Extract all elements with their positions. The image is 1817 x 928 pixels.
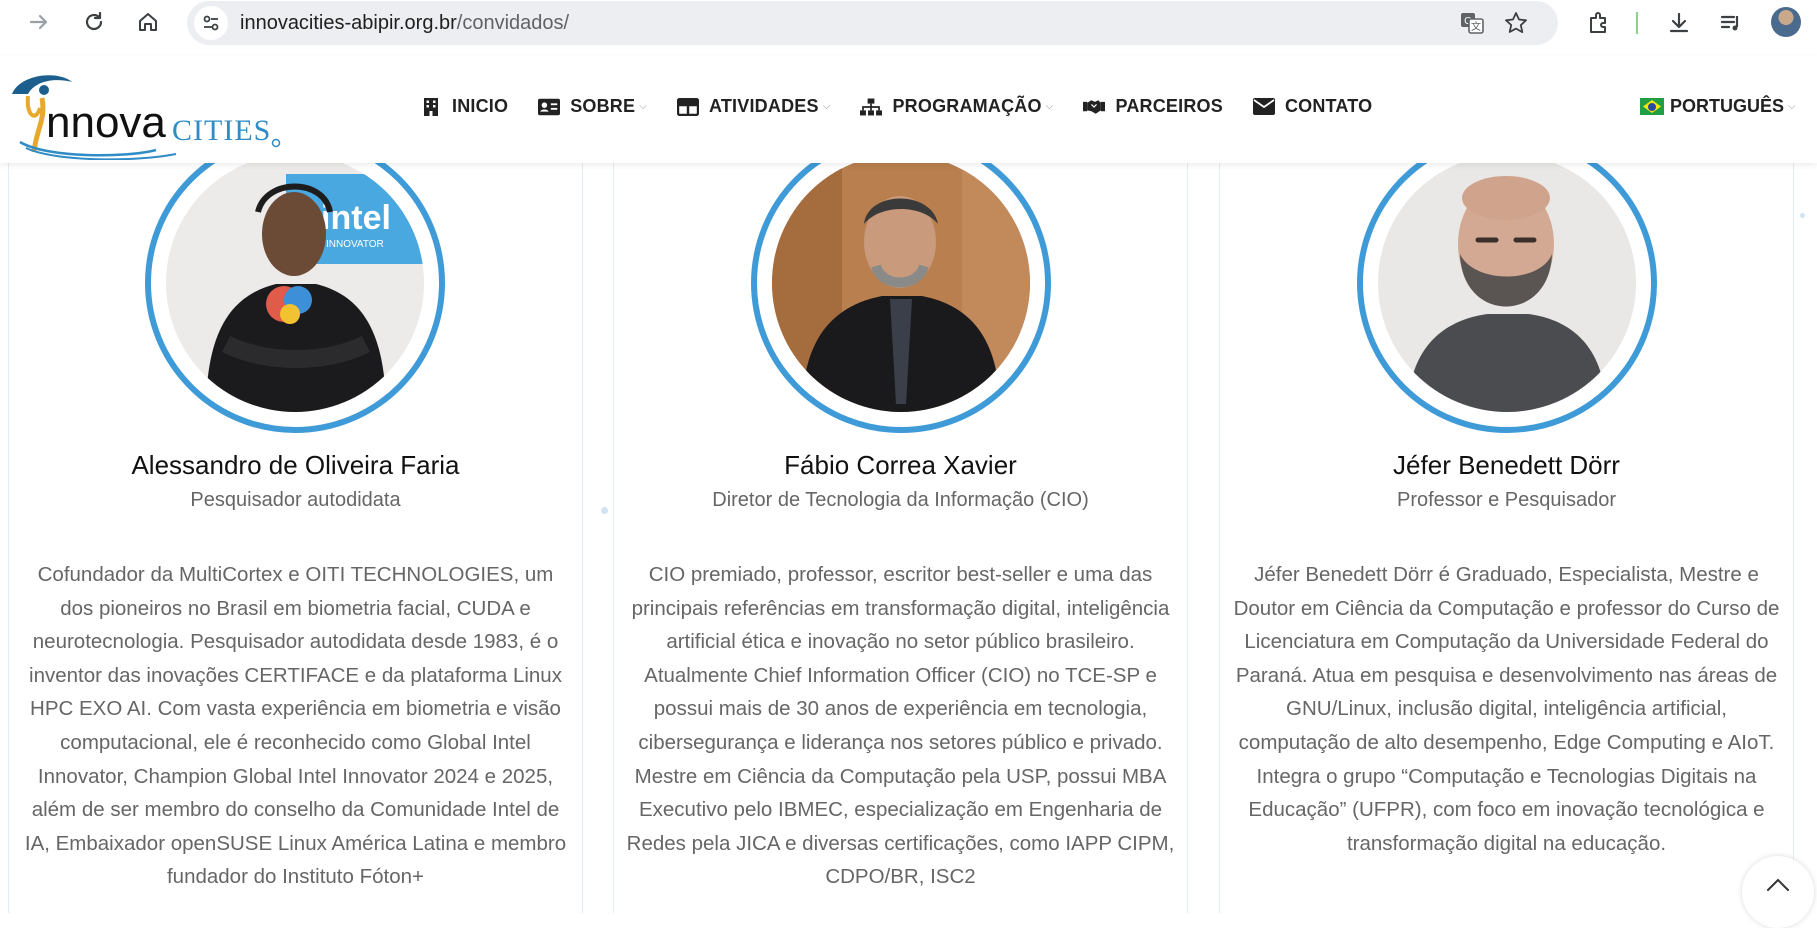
nav-item-programacao[interactable]: PROGRAMAÇÃO ⌵: [860, 96, 1053, 117]
svg-text:CITIES: CITIES: [172, 114, 271, 147]
url-host: innovacities-abipir.org.br: [240, 11, 457, 34]
guest-photo-frame: intel INNOVATOR: [145, 133, 445, 433]
guest-photo-frame: [751, 133, 1051, 433]
main-nav: INICIO SOBRE ⌵ ATIVIDADES ⌵ PROGRAMAÇÃO ⌵ P…: [420, 96, 1402, 117]
bookmark-star-icon[interactable]: [1503, 10, 1529, 41]
guests-section: intel INNOVATOR Alessandro de Oliveira F…: [0, 133, 1817, 928]
chevron-up-icon: [1767, 878, 1789, 891]
guest-photo: [1378, 154, 1636, 412]
translate-icon[interactable]: G文: [1459, 10, 1485, 41]
envelope-icon: [1252, 97, 1275, 117]
decorative-dot: [601, 507, 608, 514]
guest-card: Jéfer Benedett Dörr Professor e Pesquisa…: [1219, 133, 1794, 913]
extensions-icon[interactable]: [1587, 11, 1611, 35]
nav-label: INICIO: [452, 96, 509, 116]
handshake-icon: [1083, 97, 1106, 117]
guest-bio: Jéfer Benedett Dörr é Graduado, Especial…: [1233, 563, 1780, 855]
guest-name: Alessandro de Oliveira Faria: [131, 450, 460, 480]
chevron-down-icon: ⌵: [1788, 101, 1796, 112]
guest-name: Fábio Correa Xavier: [784, 450, 1017, 480]
decorative-dot: [1800, 213, 1805, 218]
guest-photo-frame: [1357, 133, 1657, 433]
sitemap-icon: [860, 97, 883, 117]
nav-item-inicio[interactable]: INICIO: [420, 96, 508, 117]
svg-text:INNOVATOR: INNOVATOR: [326, 239, 384, 250]
profile-avatar[interactable]: [1771, 7, 1801, 37]
scroll-to-top-button[interactable]: [1742, 856, 1814, 928]
browser-toolbar: innovacities-abipir.org.br/convidados/ G…: [0, 0, 1817, 46]
guest-photo: [772, 154, 1030, 412]
guest-role: Pesquisador autodidata: [190, 489, 401, 511]
guest-name: Jéfer Benedett Dörr: [1393, 450, 1620, 480]
nav-label: SOBRE: [570, 96, 636, 116]
chevron-down-icon: ⌵: [639, 101, 647, 112]
guest-bio: CIO premiado, professor, escritor best-s…: [626, 563, 1175, 889]
site-header: nnova CITIES INICIO SOBRE ⌵ ATIVIDADES ⌵ P…: [0, 56, 1817, 163]
nav-label: PARCEIROS: [1115, 96, 1223, 116]
nav-item-sobre[interactable]: SOBRE ⌵: [538, 96, 647, 117]
intel-logo-text: intel: [321, 199, 391, 237]
guest-role: Diretor de Tecnologia da Informação (CIO…: [712, 489, 1089, 511]
chevron-down-icon: ⌵: [822, 101, 831, 112]
language-label: PORTUGUÊS: [1670, 96, 1785, 116]
guest-role: Professor e Pesquisador: [1396, 489, 1616, 511]
address-bar[interactable]: innovacities-abipir.org.br/convidados/ G…: [187, 1, 1558, 45]
url-text: innovacities-abipir.org.br/convidados/: [240, 12, 569, 35]
svg-text:文: 文: [1471, 20, 1481, 33]
toolbar-divider: [1636, 12, 1638, 34]
guest-bio: Cofundador da MultiCortex e OITI TECHNOL…: [24, 563, 567, 889]
nav-item-contato[interactable]: CONTATO: [1252, 96, 1373, 117]
chevron-down-icon: ⌵: [1045, 101, 1054, 112]
nav-label: ATIVIDADES: [709, 96, 819, 116]
media-queue-icon[interactable]: [1719, 11, 1743, 35]
nav-item-atividades[interactable]: ATIVIDADES ⌵: [677, 96, 830, 117]
brazil-flag-icon: [1640, 98, 1664, 115]
nav-label: PROGRAMAÇÃO: [892, 96, 1042, 116]
guest-card: Fábio Correa Xavier Diretor de Tecnologi…: [613, 133, 1188, 913]
id-card-icon: [538, 97, 561, 117]
guest-photo: intel INNOVATOR: [166, 154, 424, 412]
guest-card: intel INNOVATOR Alessandro de Oliveira F…: [8, 133, 583, 913]
download-icon[interactable]: [1667, 11, 1691, 35]
reload-icon[interactable]: [83, 11, 105, 33]
home-icon[interactable]: [137, 11, 159, 33]
nav-label: CONTATO: [1284, 96, 1373, 116]
innovacities-logo[interactable]: nnova CITIES: [6, 68, 284, 161]
url-path: /convidados/: [456, 11, 570, 34]
language-selector[interactable]: PORTUGUÊS ⌵: [1640, 96, 1796, 117]
building-icon: [420, 97, 442, 117]
table-icon: [677, 97, 699, 117]
site-info-icon[interactable]: [194, 6, 228, 40]
nav-item-parceiros[interactable]: PARCEIROS: [1083, 96, 1223, 117]
forward-icon[interactable]: [28, 11, 50, 33]
svg-text:nnova: nnova: [46, 98, 166, 147]
